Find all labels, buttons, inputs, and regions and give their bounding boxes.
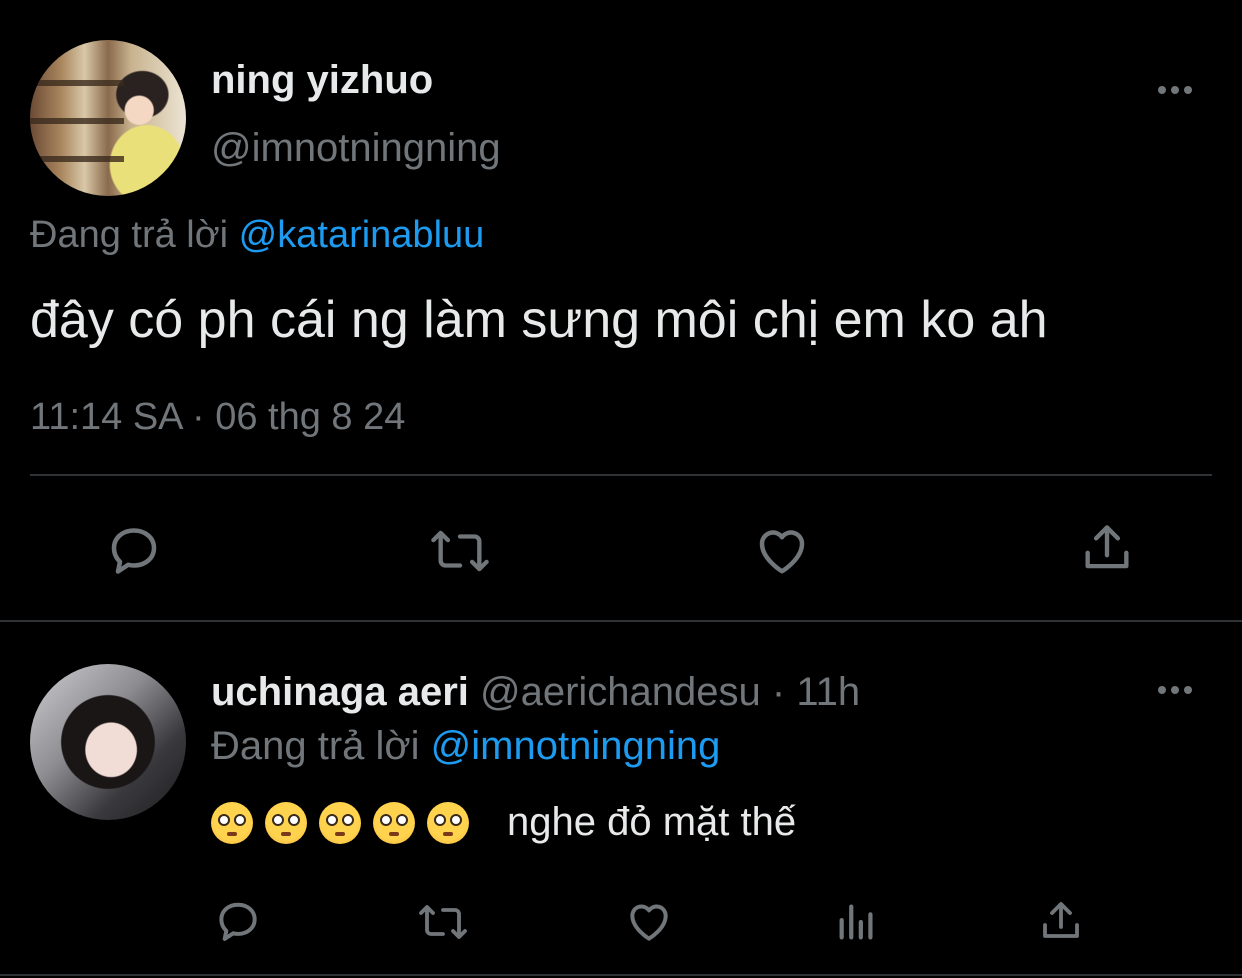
tweet-thread: ning yizhuo @imnotningning Đang trả lời … [0,0,1242,978]
replying-to-line: Đang trả lời @imnotningning [211,724,720,769]
reply-text-words: nghe đỏ mặt thế [507,800,797,844]
flushed-face-emoji [211,801,253,844]
user-handle[interactable]: @aerichandesu [480,670,761,714]
more-options-button[interactable] [1158,78,1200,102]
tweet-timestamp[interactable]: 11:14 SA · 06 thg 8 24 [30,396,405,439]
reply-header: uchinaga aeri @aerichandesu · 11h [211,670,860,715]
retweet-icon [431,530,489,572]
divider [30,474,1212,476]
avatar-detail [30,156,124,162]
views-button[interactable] [834,898,880,946]
like-button[interactable] [624,896,674,946]
share-icon [1043,902,1079,938]
share-button[interactable] [1037,896,1085,946]
display-name[interactable]: uchinaga aeri [211,670,469,714]
avatar[interactable] [30,40,186,196]
tweet-time-ago[interactable]: 11h [796,670,860,714]
retweet-button[interactable] [416,898,470,946]
reply-text: nghe đỏ mặt thế [211,800,796,845]
share-button[interactable] [1078,518,1136,578]
tweet-text: đây có ph cái ng làm sưng môi chị em ko … [30,291,1048,349]
reply-icon [111,528,157,574]
display-name[interactable]: ning yizhuo [211,58,433,103]
flushed-face-emoji [265,801,307,844]
avatar-detail [30,80,124,86]
more-options-button[interactable] [1158,678,1200,702]
meta-separator: · [760,670,797,714]
replying-to-label: Đang trả lời [211,724,420,768]
reply-button[interactable] [213,896,263,946]
avatar-detail [30,118,124,124]
like-button[interactable] [752,520,812,580]
share-icon [1085,525,1129,569]
mention-link[interactable]: @imnotningning [431,724,721,768]
divider [0,974,1242,976]
flushed-face-emoji [427,801,469,844]
avatar[interactable] [30,664,186,820]
user-handle[interactable]: @imnotningning [211,126,501,171]
divider [0,620,1242,622]
reply-button[interactable] [104,520,164,580]
replying-to-label: Đang trả lời [30,214,229,256]
mention-link[interactable]: @katarinabluu [239,214,485,256]
like-icon [759,530,805,574]
more-icon [1158,678,1200,702]
flushed-face-emoji [319,801,361,844]
replying-to-line: Đang trả lời @katarinabluu [30,214,484,257]
reply-icon [219,902,257,941]
retweet-button[interactable] [428,522,492,580]
views-icon [839,904,873,940]
more-icon [1158,78,1200,102]
like-icon [630,904,668,941]
retweet-icon [419,905,467,939]
flushed-face-emoji [373,801,415,844]
